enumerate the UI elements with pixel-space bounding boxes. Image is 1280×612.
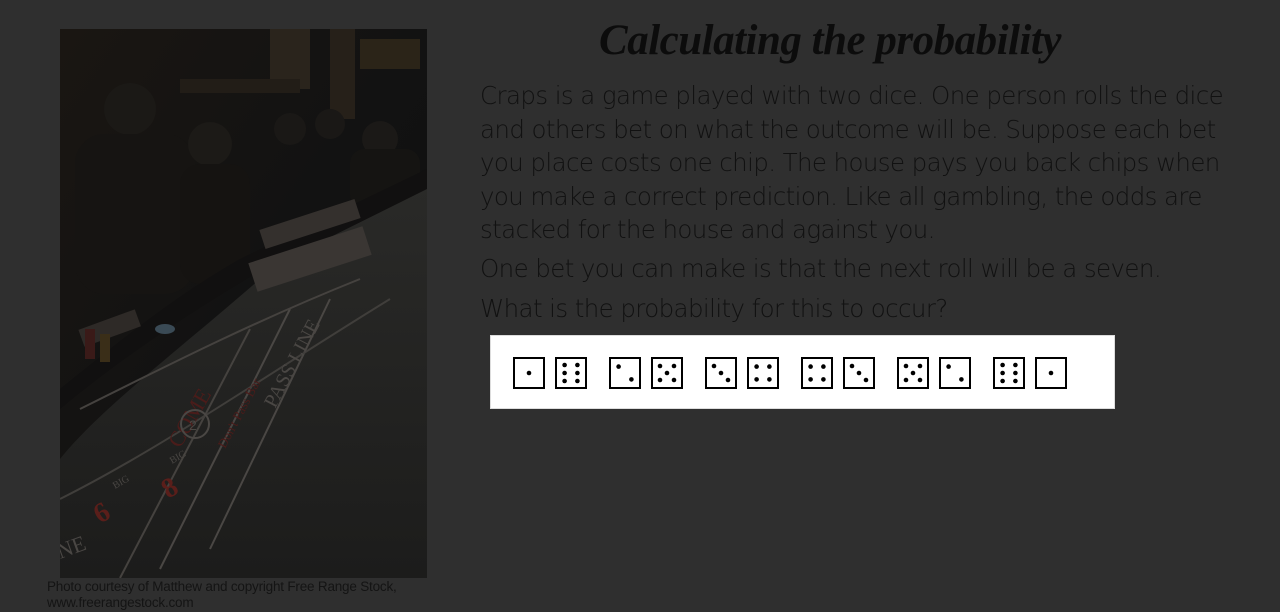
die-pip: [903, 377, 909, 383]
slide: PASS LINE COME Don't Pass Bar 6 8 BIG BI…: [0, 0, 1280, 612]
die-pip: [657, 377, 663, 383]
svg-text:2: 2: [189, 417, 197, 433]
die-pip: [821, 377, 826, 382]
die-pip: [1000, 378, 1005, 384]
die-pip: [754, 377, 759, 382]
page-title: Calculating the probability: [599, 17, 1061, 64]
die-pip: [821, 364, 826, 369]
die-pip: [903, 363, 909, 369]
die-pip: [616, 364, 621, 369]
die-pip: [856, 370, 862, 376]
dice-pair: [705, 357, 779, 389]
die-pip: [575, 362, 580, 368]
die-pip: [562, 370, 567, 376]
die-pip: [910, 370, 916, 376]
question-paragraph: What is the probability for this to occu…: [480, 294, 948, 323]
die-pip: [1013, 370, 1018, 376]
die-pip: [575, 370, 580, 376]
die-face-5-icon: [897, 357, 929, 389]
die-pip: [808, 364, 813, 369]
die-face-1-icon: [1035, 357, 1067, 389]
die-pip: [1013, 378, 1018, 384]
die-pip: [946, 364, 951, 369]
die-face-3-icon: [843, 357, 875, 389]
die-pip: [1000, 362, 1005, 368]
die-face-4-icon: [747, 357, 779, 389]
die-pip: [917, 377, 923, 383]
die-pip: [1013, 362, 1018, 368]
die-face-1-icon: [513, 357, 545, 389]
die-pip: [767, 377, 772, 382]
die-pip: [849, 363, 855, 369]
die-pip: [1000, 370, 1005, 376]
die-pip: [575, 378, 580, 384]
die-pip: [562, 378, 567, 384]
dice-pair: [801, 357, 875, 389]
die-face-2-icon: [939, 357, 971, 389]
dice-pair: [897, 357, 971, 389]
die-pip: [718, 370, 724, 376]
die-face-4-icon: [801, 357, 833, 389]
dice-pair: [609, 357, 683, 389]
die-pip: [917, 363, 923, 369]
die-pip: [657, 363, 663, 369]
die-pip: [671, 363, 677, 369]
craps-table-photo: PASS LINE COME Don't Pass Bar 6 8 BIG BI…: [60, 29, 427, 578]
die-face-6-icon: [993, 357, 1025, 389]
dice-row: [513, 357, 1067, 389]
die-pip: [863, 377, 869, 383]
intro-paragraph: Craps is a game played with two dice. On…: [480, 81, 1224, 244]
die-face-2-icon: [609, 357, 641, 389]
die-pip: [767, 364, 772, 369]
seven-bet-paragraph: One bet you can make is that the next ro…: [480, 254, 1162, 283]
dice-combinations-panel: [490, 335, 1115, 409]
die-pip: [671, 377, 677, 383]
craps-table-image: PASS LINE COME Don't Pass Bar 6 8 BIG BI…: [60, 29, 427, 578]
die-pip: [664, 370, 670, 376]
die-pip: [711, 363, 717, 369]
die-pip: [754, 364, 759, 369]
die-pip: [526, 370, 532, 376]
die-pip: [959, 377, 964, 382]
die-pip: [808, 377, 813, 382]
die-face-5-icon: [651, 357, 683, 389]
dice-pair: [513, 357, 587, 389]
dice-pair: [993, 357, 1067, 389]
die-face-3-icon: [705, 357, 737, 389]
photo-credit: Photo courtesy of Matthew and copyright …: [47, 579, 397, 610]
die-pip: [629, 377, 634, 382]
die-pip: [1048, 370, 1054, 376]
die-pip: [562, 362, 567, 368]
die-pip: [725, 377, 731, 383]
die-face-6-icon: [555, 357, 587, 389]
